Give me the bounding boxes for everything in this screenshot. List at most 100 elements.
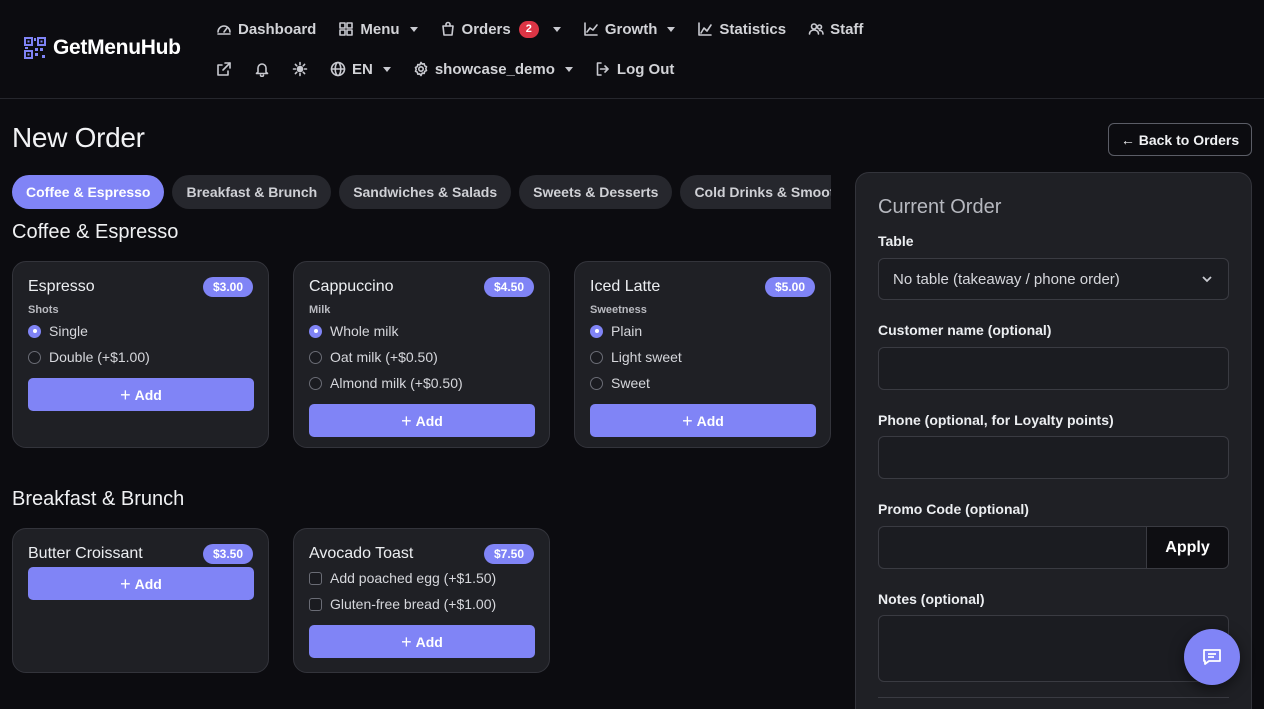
- apply-promo-button[interactable]: Apply: [1146, 526, 1229, 569]
- nav-growth-dropdown[interactable]: Growth: [583, 21, 676, 38]
- menu-item-card: Espresso $3.00 Shots Single Double (+$1.…: [12, 261, 269, 448]
- checkbox[interactable]: [309, 571, 322, 585]
- nav-staff-label: Staff: [830, 20, 864, 38]
- account-label: showcase_demo: [434, 60, 555, 78]
- chevron-down-icon: [552, 26, 561, 32]
- add-item-button[interactable]: + Add: [28, 567, 254, 600]
- radio-selected[interactable]: [590, 324, 603, 338]
- checkbox[interactable]: [309, 597, 322, 611]
- grid-icon: [339, 22, 354, 36]
- nav-secondary: EN showcase_demo Log Out: [216, 58, 696, 80]
- tab-coffee-espresso[interactable]: Coffee & Espresso: [12, 175, 165, 209]
- option-group-label: Shots: [28, 304, 59, 316]
- option-radio[interactable]: Plain: [590, 318, 815, 344]
- option-label: Gluten-free bread (+$1.00): [330, 596, 497, 612]
- nav-statistics[interactable]: Statistics: [697, 21, 786, 38]
- line-chart-icon: [698, 22, 713, 36]
- chat-support-button[interactable]: [1184, 629, 1240, 685]
- item-name: Espresso: [28, 278, 95, 295]
- radio-unselected[interactable]: [590, 350, 603, 364]
- chevron-down-icon: [1202, 276, 1212, 283]
- divider: [878, 697, 1229, 698]
- nav-staff[interactable]: Staff: [808, 21, 863, 38]
- option-radio[interactable]: Whole milk: [309, 318, 534, 344]
- radio-unselected[interactable]: [590, 376, 603, 390]
- nav-menu-dropdown[interactable]: Menu: [338, 21, 418, 38]
- promo-code-input[interactable]: [878, 526, 1147, 569]
- open-public-menu-link[interactable]: [216, 61, 232, 77]
- language-label: EN: [352, 60, 373, 78]
- option-label: Sweet: [611, 375, 650, 391]
- option-radio[interactable]: Sweet: [590, 370, 815, 396]
- logout-button[interactable]: Log Out: [595, 61, 674, 78]
- radio-selected[interactable]: [28, 324, 41, 338]
- phone-label: Phone (optional, for Loyalty points): [878, 412, 1114, 428]
- theme-toggle-button[interactable]: [292, 61, 308, 77]
- sun-icon: [292, 61, 308, 77]
- tab-sandwiches-salads[interactable]: Sandwiches & Salads: [339, 175, 512, 209]
- menu-item-card: Iced Latte $5.00 Sweetness Plain Light s…: [574, 261, 831, 448]
- add-item-button[interactable]: + Add: [28, 378, 254, 411]
- category-tabs: Coffee & Espresso Breakfast & Brunch San…: [12, 175, 831, 210]
- option-radio[interactable]: Almond milk (+$0.50): [309, 370, 534, 396]
- add-item-button[interactable]: + Add: [309, 625, 535, 658]
- notes-textarea[interactable]: [878, 615, 1229, 682]
- nav-primary: Dashboard Menu Orders 2 Growth Statistic…: [216, 18, 885, 40]
- trending-up-icon: [584, 22, 598, 36]
- brand-name: GetMenuHub: [53, 36, 181, 59]
- top-navbar: GetMenuHub Dashboard Menu Orders 2 Growt…: [0, 0, 1264, 99]
- option-radio[interactable]: Oat milk (+$0.50): [309, 344, 534, 370]
- gauge-icon: [217, 25, 231, 35]
- option-label: Double (+$1.00): [49, 349, 150, 365]
- add-item-button[interactable]: + Add: [590, 404, 816, 437]
- orders-count-badge: 2: [518, 20, 539, 38]
- table-label: Table: [878, 233, 914, 249]
- tab-cold-drinks-smoothies[interactable]: Cold Drinks & Smoothies: [680, 175, 831, 209]
- section-title: Coffee & Espresso: [12, 221, 179, 243]
- gear-icon: [414, 61, 428, 77]
- radio-selected[interactable]: [309, 324, 322, 338]
- option-radio[interactable]: Single: [28, 318, 253, 344]
- nav-dashboard-label: Dashboard: [238, 20, 317, 38]
- table-select[interactable]: No table (takeaway / phone order): [878, 258, 1229, 300]
- shopping-bag-icon: [441, 21, 454, 36]
- add-button-label: Add: [134, 386, 162, 403]
- tab-sweets-desserts[interactable]: Sweets & Desserts: [519, 175, 673, 209]
- add-button-label: Add: [415, 633, 443, 650]
- brand-logo-link[interactable]: GetMenuHub: [23, 36, 181, 60]
- option-group-label: Sweetness: [590, 304, 647, 316]
- item-name: Avocado Toast: [309, 545, 414, 562]
- chevron-down-icon: [409, 26, 418, 32]
- nav-orders-dropdown[interactable]: Orders 2: [440, 20, 561, 38]
- phone-input[interactable]: [878, 436, 1229, 479]
- plus-icon: +: [120, 384, 131, 405]
- nav-dashboard[interactable]: Dashboard: [216, 21, 316, 38]
- tab-breakfast-brunch[interactable]: Breakfast & Brunch: [172, 175, 332, 209]
- account-dropdown[interactable]: showcase_demo: [413, 61, 573, 78]
- notes-label: Notes (optional): [878, 591, 985, 607]
- radio-unselected[interactable]: [28, 350, 41, 364]
- chat-icon: [1203, 649, 1221, 665]
- item-name: Butter Croissant: [28, 545, 143, 562]
- section-title: Breakfast & Brunch: [12, 488, 185, 510]
- language-dropdown[interactable]: EN: [330, 61, 391, 78]
- option-radio[interactable]: Double (+$1.00): [28, 344, 253, 370]
- add-button-label: Add: [134, 575, 162, 592]
- option-label: Single: [49, 323, 88, 339]
- plus-icon: +: [120, 573, 131, 594]
- panel-title: Current Order: [878, 196, 1002, 218]
- add-item-button[interactable]: + Add: [309, 404, 535, 437]
- option-checkbox[interactable]: Gluten-free bread (+$1.00): [309, 591, 534, 617]
- radio-unselected[interactable]: [309, 350, 322, 364]
- customer-name-input[interactable]: [878, 347, 1229, 390]
- qr-code-icon: [24, 37, 46, 59]
- notifications-button[interactable]: [254, 61, 270, 77]
- logout-label: Log Out: [616, 60, 675, 78]
- customer-name-label: Customer name (optional): [878, 322, 1052, 338]
- back-to-orders-button[interactable]: ← Back to Orders: [1108, 123, 1252, 156]
- nav-orders-label: Orders: [461, 20, 511, 38]
- radio-unselected[interactable]: [309, 376, 322, 390]
- option-radio[interactable]: Light sweet: [590, 344, 815, 370]
- option-checkbox[interactable]: Add poached egg (+$1.50): [309, 565, 534, 591]
- plus-icon: +: [682, 410, 693, 431]
